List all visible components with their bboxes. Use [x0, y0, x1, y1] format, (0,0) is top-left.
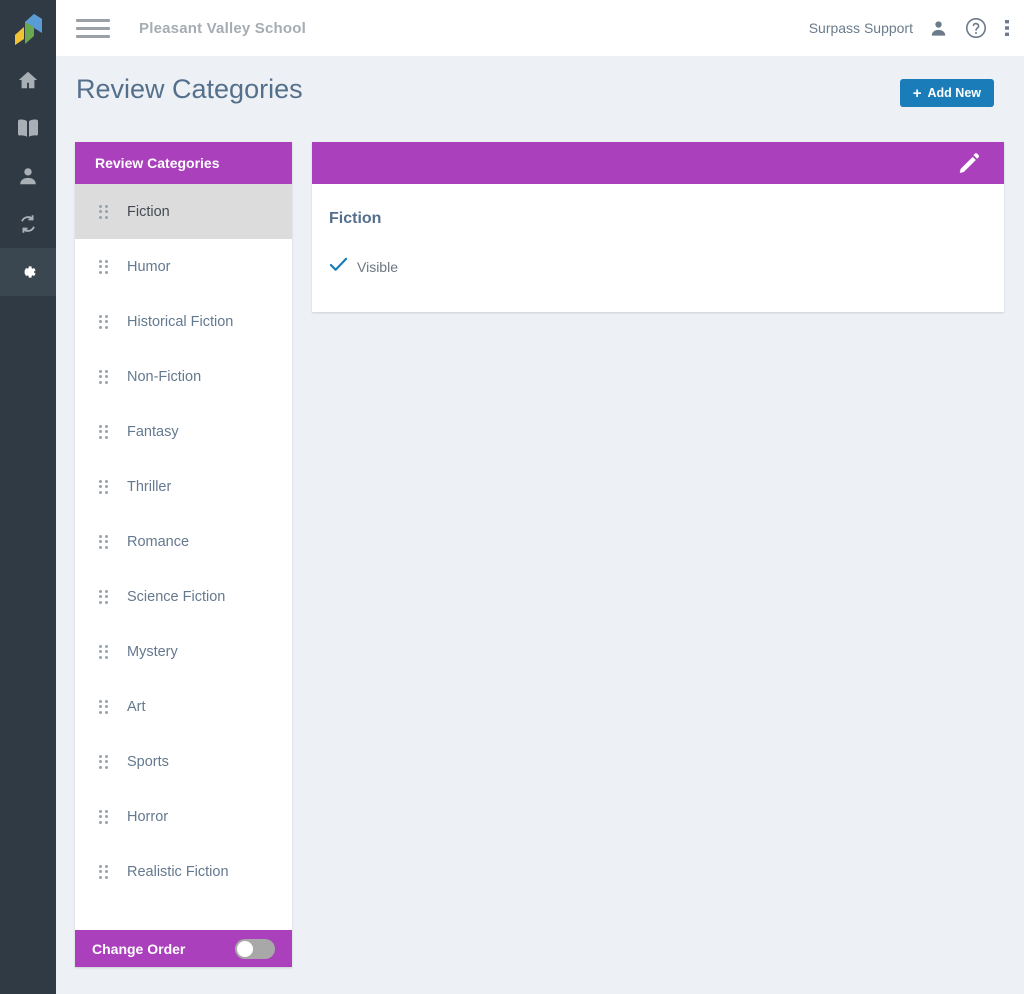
drag-handle-icon[interactable] [99, 259, 108, 274]
drag-handle-icon[interactable] [99, 204, 108, 219]
page-title: Review Categories [76, 74, 303, 104]
category-label: Romance [127, 533, 190, 550]
visible-status-row: Visible [329, 256, 1004, 278]
change-order-bar[interactable]: Change Order [75, 930, 292, 967]
hamburger-line [76, 26, 110, 30]
rail-item-sync[interactable] [0, 200, 56, 248]
category-label: Non-Fiction [127, 368, 202, 385]
category-list-item[interactable]: Historical Fiction [75, 294, 292, 349]
category-label: Fantasy [127, 423, 179, 440]
surpass-logo[interactable] [0, 0, 56, 56]
list-panel-title: Review Categories [95, 155, 220, 171]
category-list-item[interactable]: Sports [75, 734, 292, 789]
toggle-knob [237, 940, 253, 957]
account-person-icon[interactable] [929, 19, 948, 38]
category-label: Humor [127, 258, 171, 275]
category-label: Science Fiction [127, 588, 226, 605]
detail-card-header [312, 142, 1004, 184]
list-panel-header: Review Categories [75, 142, 292, 184]
person-icon [17, 165, 39, 187]
category-list-item[interactable]: Mystery [75, 624, 292, 679]
page-header: Review Categories + Add New [56, 56, 1024, 138]
drag-handle-icon[interactable] [99, 534, 108, 549]
hamburger-icon[interactable] [76, 15, 110, 41]
drag-handle-icon[interactable] [99, 479, 108, 494]
rail-item-people[interactable] [0, 152, 56, 200]
category-list-item[interactable]: Realistic Fiction [75, 844, 292, 899]
category-list-item[interactable]: Thriller [75, 459, 292, 514]
drag-handle-icon[interactable] [99, 314, 108, 329]
category-list-item[interactable]: Romance [75, 514, 292, 569]
drag-handle-icon[interactable] [99, 809, 108, 824]
category-list-item[interactable]: Humor [75, 239, 292, 294]
category-label: Thriller [127, 478, 172, 495]
drag-handle-icon[interactable] [99, 754, 108, 769]
pencil-icon[interactable] [957, 151, 982, 176]
category-label: Realistic Fiction [127, 863, 229, 880]
drag-handle-icon[interactable] [99, 369, 108, 384]
rail-item-home[interactable] [0, 56, 56, 104]
home-icon [17, 69, 39, 91]
add-new-label: Add New [927, 86, 981, 100]
gear-icon [17, 261, 39, 283]
drag-handle-icon[interactable] [99, 589, 108, 604]
category-label: Sports [127, 753, 169, 770]
top-bar: Pleasant Valley School Surpass Support [56, 0, 1024, 56]
category-label: Horror [127, 808, 169, 825]
more-vertical-icon[interactable] [1004, 17, 1010, 39]
sync-icon [17, 213, 39, 235]
category-label: Historical Fiction [127, 313, 234, 330]
category-list-item[interactable]: Horror [75, 789, 292, 844]
left-nav-rail [0, 0, 56, 994]
category-label: Art [127, 698, 146, 715]
drag-handle-icon[interactable] [99, 699, 108, 714]
category-list-item[interactable]: Non-Fiction [75, 349, 292, 404]
category-label: Fiction [127, 203, 170, 220]
help-circle-icon[interactable] [964, 16, 988, 40]
plus-icon: + [912, 84, 922, 102]
rail-item-settings[interactable] [0, 248, 56, 296]
category-list-item[interactable]: Science Fiction [75, 569, 292, 624]
topbar-actions: Surpass Support [809, 16, 1010, 40]
category-list-item[interactable]: Art [75, 679, 292, 734]
hamburger-line [76, 34, 110, 38]
add-new-button[interactable]: + Add New [899, 79, 994, 107]
detail-title: Fiction [329, 210, 382, 227]
visible-label: Visible [357, 259, 398, 275]
drag-handle-icon[interactable] [99, 424, 108, 439]
drag-handle-icon[interactable] [99, 864, 108, 879]
detail-card-body: Fiction Visible [312, 184, 1004, 312]
book-icon [16, 117, 40, 139]
support-account-label: Surpass Support [808, 20, 913, 36]
change-order-toggle[interactable] [235, 938, 275, 959]
category-list: Fiction Humor Historical Fiction Non-Fictio… [75, 184, 292, 930]
review-categories-panel: Review Categories Fiction Humor Historical… [75, 142, 292, 967]
check-icon [329, 256, 348, 278]
drag-handle-icon[interactable] [99, 644, 108, 659]
change-order-label: Change Order [92, 940, 186, 957]
category-list-item[interactable]: Fantasy [75, 404, 292, 459]
rail-item-library[interactable] [0, 104, 56, 152]
category-detail-card: Fiction Visible [312, 142, 1004, 312]
category-list-item[interactable]: Fiction [75, 184, 292, 239]
school-name: Pleasant Valley School [139, 19, 306, 37]
category-label: Mystery [127, 643, 178, 660]
hamburger-line [76, 18, 110, 22]
